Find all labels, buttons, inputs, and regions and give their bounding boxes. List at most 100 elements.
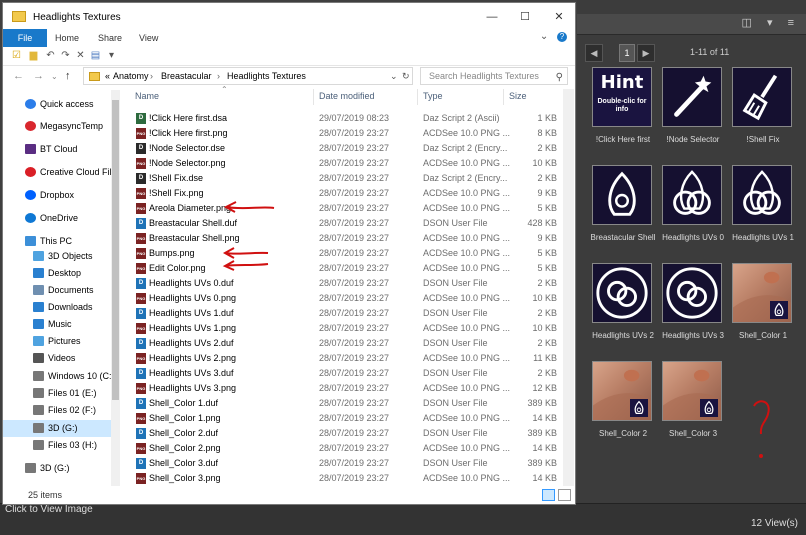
file-row[interactable]: D !Shell Fix.dse 28/07/2019 23:27 Daz Scrip… xyxy=(123,171,561,186)
address-dropdown-icon[interactable]: ⌄ xyxy=(390,71,398,82)
tile-thumbnail[interactable] xyxy=(662,361,722,421)
file-row[interactable]: PNG Areola Diameter.png 28/07/2019 23:27 AC… xyxy=(123,201,561,216)
column-divider[interactable] xyxy=(417,89,418,105)
column-divider[interactable] xyxy=(313,89,314,105)
close-button[interactable]: ✕ xyxy=(548,8,570,26)
file-row[interactable]: PNG Shell_Color 1.png 28/07/2019 23:27 ACDS… xyxy=(123,411,561,426)
breadcrumb-anatomy[interactable]: Anatomy xyxy=(113,71,149,81)
file-row[interactable]: PNG !Click Here first.png 28/07/2019 23:27… xyxy=(123,126,561,141)
content-tile[interactable]: Headlights UVs 2 xyxy=(590,263,656,351)
tile-thumbnail[interactable] xyxy=(592,263,652,323)
redo-icon[interactable]: ↷ xyxy=(60,50,71,61)
content-tile[interactable]: Shell_Color 2 xyxy=(590,361,656,449)
sidebar-item[interactable]: BT Cloud xyxy=(3,141,119,158)
file-row[interactable]: PNG Edit Color.png 28/07/2019 23:27 ACDSee … xyxy=(123,261,561,276)
tile-thumbnail[interactable] xyxy=(732,67,792,127)
rename-icon[interactable]: ▤ xyxy=(90,50,101,61)
prev-page-button[interactable]: ◀ xyxy=(585,44,603,62)
content-tile[interactable]: Shell_Color 1 xyxy=(730,263,796,351)
file-row[interactable]: D Shell_Color 3.duf 28/07/2019 23:27 DSON U… xyxy=(123,456,561,471)
sidebar-item[interactable]: Music xyxy=(3,316,119,333)
file-row[interactable]: D !Click Here first.dsa 29/07/2019 08:23 Da… xyxy=(123,111,561,126)
file-row[interactable]: PNG Shell_Color 3.png 28/07/2019 23:27 ACDS… xyxy=(123,471,561,486)
breadcrumb-breastacular[interactable]: Breastacular xyxy=(161,71,212,81)
file-row[interactable]: D Shell_Color 2.duf 28/07/2019 23:27 DSON U… xyxy=(123,426,561,441)
tile-thumbnail[interactable] xyxy=(732,165,792,225)
help-icon[interactable]: ? xyxy=(557,32,567,42)
tab-file[interactable]: File xyxy=(3,29,47,47)
column-size[interactable]: Size xyxy=(509,91,527,101)
file-row[interactable]: PNG Headlights UVs 3.png 28/07/2019 23:27 A… xyxy=(123,381,561,396)
back-arrow-icon[interactable]: ← xyxy=(13,70,24,82)
content-tile[interactable]: Breastacular Shell xyxy=(590,165,656,253)
tile-thumbnail[interactable]: Hint Double-clic for info xyxy=(592,67,652,127)
tab-share[interactable]: Share xyxy=(98,29,122,47)
minimize-button[interactable]: — xyxy=(481,8,503,26)
file-row[interactable]: PNG Breastacular Shell.png 28/07/2019 23:2… xyxy=(123,231,561,246)
sidebar-item[interactable]: Creative Cloud Fil xyxy=(3,164,119,181)
sidebar-item[interactable]: Files 01 (E:) xyxy=(3,385,119,402)
column-divider[interactable] xyxy=(503,89,504,105)
sidebar-item[interactable]: Dropbox xyxy=(3,187,119,204)
address-overflow[interactable]: « xyxy=(105,71,110,81)
breadcrumb-headlights-textures[interactable]: Headlights Textures xyxy=(227,71,306,81)
sidebar-item[interactable]: OneDrive xyxy=(3,210,119,227)
daz-pane-options-icon[interactable]: ◫ ▾ ≡ xyxy=(742,16,800,29)
nav-scrollbar[interactable] xyxy=(111,90,120,486)
column-date-modified[interactable]: Date modified xyxy=(319,91,375,101)
file-row[interactable]: D Headlights UVs 1.duf 28/07/2019 23:27 DSO… xyxy=(123,306,561,321)
content-tile[interactable]: Shell_Color 3 xyxy=(660,361,726,449)
expand-ribbon-icon[interactable]: ⌄ xyxy=(540,31,548,42)
customize-toolbar-icon[interactable]: ▾ xyxy=(106,50,117,61)
sidebar-item[interactable]: 3D Objects xyxy=(3,248,119,265)
file-row[interactable]: PNG Shell_Color 2.png 28/07/2019 23:27 ACDS… xyxy=(123,441,561,456)
content-tile[interactable]: Headlights UVs 1 xyxy=(730,165,796,253)
file-row[interactable]: PNG Bumps.png 28/07/2019 23:27 ACDSee 10.0 … xyxy=(123,246,561,261)
tab-view[interactable]: View xyxy=(139,29,158,47)
sidebar-item[interactable]: Videos xyxy=(3,350,119,367)
tile-thumbnail[interactable] xyxy=(592,361,652,421)
file-row[interactable]: PNG Headlights UVs 0.png 28/07/2019 23:27 A… xyxy=(123,291,561,306)
content-tile[interactable]: !Shell Fix xyxy=(730,67,796,155)
sidebar-item[interactable]: 3D (G:) xyxy=(3,460,119,477)
column-type[interactable]: Type xyxy=(423,91,443,101)
refresh-icon[interactable]: ↻ xyxy=(402,71,410,82)
file-row[interactable]: D Breastacular Shell.duf 28/07/2019 23:27 D… xyxy=(123,216,561,231)
file-row[interactable]: D Headlights UVs 2.duf 28/07/2019 23:27 DSO… xyxy=(123,336,561,351)
sidebar-item[interactable]: Documents xyxy=(3,282,119,299)
nav-scrollbar-thumb[interactable] xyxy=(112,100,119,400)
delete-icon[interactable]: ✕ xyxy=(75,50,86,61)
file-row[interactable]: PNG Headlights UVs 1.png 28/07/2019 23:27 A… xyxy=(123,321,561,336)
column-name[interactable]: Name xyxy=(135,91,159,101)
file-row[interactable]: PNG !Shell Fix.png 28/07/2019 23:27 ACDSee … xyxy=(123,186,561,201)
sidebar-item[interactable]: MegasyncTemp xyxy=(3,118,119,135)
content-tile[interactable]: Headlights UVs 0 xyxy=(660,165,726,253)
address-bar[interactable]: « Anatomy › Breastacular › Headlights Te… xyxy=(83,67,413,85)
properties-icon[interactable]: ☑ xyxy=(11,50,22,61)
file-row[interactable]: PNG !Node Selector.png 28/07/2019 23:27 ACD… xyxy=(123,156,561,171)
search-input[interactable]: Search Headlights Textures ⚲ xyxy=(420,67,568,85)
tile-thumbnail[interactable] xyxy=(592,165,652,225)
title-bar[interactable]: Headlights Textures — ☐ ✕ xyxy=(3,3,575,31)
file-row[interactable]: D !Node Selector.dse 28/07/2019 23:27 Daz S… xyxy=(123,141,561,156)
new-folder-icon[interactable]: ▆ xyxy=(28,50,39,61)
tile-thumbnail[interactable] xyxy=(662,165,722,225)
sidebar-item[interactable]: 3D (G:) xyxy=(3,420,119,437)
large-icons-view-button[interactable] xyxy=(558,489,571,501)
details-view-button[interactable] xyxy=(542,489,555,501)
sidebar-item[interactable]: Downloads xyxy=(3,299,119,316)
sidebar-item[interactable]: Files 03 (H:) xyxy=(3,437,119,454)
sidebar-item[interactable]: Windows 10 (C:) xyxy=(3,368,119,385)
tab-home[interactable]: Home xyxy=(55,29,79,47)
next-page-button[interactable]: ▶ xyxy=(637,44,655,62)
maximize-button[interactable]: ☐ xyxy=(514,8,536,26)
undo-icon[interactable]: ↶ xyxy=(45,50,56,61)
tile-thumbnail[interactable] xyxy=(732,263,792,323)
tile-thumbnail[interactable] xyxy=(662,67,722,127)
file-scrollbar[interactable] xyxy=(563,89,574,486)
file-row[interactable]: D Shell_Color 1.duf 28/07/2019 23:27 DSON U… xyxy=(123,396,561,411)
up-arrow-icon[interactable]: ↑ xyxy=(65,70,71,82)
file-row[interactable]: PNG Headlights UVs 2.png 28/07/2019 23:27 A… xyxy=(123,351,561,366)
file-row[interactable]: D Headlights UVs 0.duf 28/07/2019 23:27 DSO… xyxy=(123,276,561,291)
sidebar-item[interactable]: Files 02 (F:) xyxy=(3,402,119,419)
